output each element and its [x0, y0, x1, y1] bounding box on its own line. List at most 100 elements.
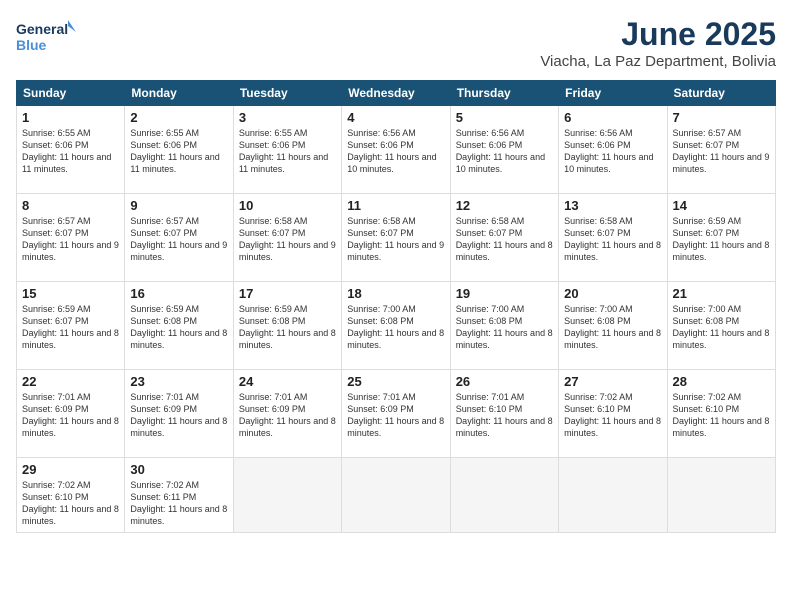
day-number: 26	[456, 374, 553, 389]
table-row: 3 Sunrise: 6:55 AM Sunset: 6:06 PM Daylig…	[233, 106, 341, 194]
table-row: 25 Sunrise: 7:01 AM Sunset: 6:09 PM Dayli…	[342, 370, 450, 458]
svg-text:Blue: Blue	[16, 37, 47, 53]
day-number: 4	[347, 110, 444, 125]
header-monday: Monday	[125, 81, 233, 106]
header-sunday: Sunday	[17, 81, 125, 106]
day-info: Sunrise: 6:59 AM Sunset: 6:07 PM Dayligh…	[673, 215, 770, 264]
calendar-week-row: 8 Sunrise: 6:57 AM Sunset: 6:07 PM Daylig…	[17, 194, 776, 282]
day-info: Sunrise: 6:55 AM Sunset: 6:06 PM Dayligh…	[22, 127, 119, 176]
day-number: 5	[456, 110, 553, 125]
day-number: 25	[347, 374, 444, 389]
table-row: 17Sunrise: 6:59 AM Sunset: 6:08 PM Dayli…	[233, 282, 341, 370]
calendar-week-row: 15Sunrise: 6:59 AM Sunset: 6:07 PM Dayli…	[17, 282, 776, 370]
day-info: Sunrise: 7:01 AM Sunset: 6:09 PM Dayligh…	[239, 391, 336, 440]
day-number: 27	[564, 374, 661, 389]
table-row: 7 Sunrise: 6:57 AM Sunset: 6:07 PM Daylig…	[667, 106, 775, 194]
table-row: 5Sunrise: 6:56 AM Sunset: 6:06 PM Daylig…	[450, 106, 558, 194]
table-row: 26Sunrise: 7:01 AM Sunset: 6:10 PM Dayli…	[450, 370, 558, 458]
day-number: 19	[456, 286, 553, 301]
table-row: 15Sunrise: 6:59 AM Sunset: 6:07 PM Dayli…	[17, 282, 125, 370]
day-number: 13	[564, 198, 661, 213]
day-info: Sunrise: 6:57 AM Sunset: 6:07 PM Dayligh…	[130, 215, 227, 264]
page: General Blue June 2025 Viacha, La Paz De…	[0, 0, 792, 612]
table-row: 16 Sunrise: 6:59 AM Sunset: 6:08 PM Dayli…	[125, 282, 233, 370]
day-number: 3	[239, 110, 336, 125]
table-row: 4Sunrise: 6:56 AM Sunset: 6:06 PM Daylig…	[342, 106, 450, 194]
calendar-week-row: 1 Sunrise: 6:55 AM Sunset: 6:06 PM Daylig…	[17, 106, 776, 194]
logo-svg: General Blue	[16, 16, 76, 58]
svg-text:General: General	[16, 21, 68, 37]
table-row: 18 Sunrise: 7:00 AM Sunset: 6:08 PM Dayli…	[342, 282, 450, 370]
calendar-week-row: 29Sunrise: 7:02 AM Sunset: 6:10 PM Dayli…	[17, 458, 776, 533]
day-number: 11	[347, 198, 444, 213]
day-info: Sunrise: 6:59 AM Sunset: 6:08 PM Dayligh…	[130, 303, 227, 352]
table-row: 30 Sunrise: 7:02 AM Sunset: 6:11 PM Dayli…	[125, 458, 233, 533]
day-info: Sunrise: 7:02 AM Sunset: 6:10 PM Dayligh…	[22, 479, 119, 528]
day-number: 1	[22, 110, 119, 125]
table-row	[450, 458, 558, 533]
day-number: 9	[130, 198, 227, 213]
title-block: June 2025 Viacha, La Paz Department, Bol…	[540, 16, 776, 70]
table-row: 1 Sunrise: 6:55 AM Sunset: 6:06 PM Daylig…	[17, 106, 125, 194]
day-info: Sunrise: 7:02 AM Sunset: 6:11 PM Dayligh…	[130, 479, 227, 528]
table-row	[342, 458, 450, 533]
day-info: Sunrise: 6:58 AM Sunset: 6:07 PM Dayligh…	[456, 215, 553, 264]
table-row: 21 Sunrise: 7:00 AM Sunset: 6:08 PM Dayli…	[667, 282, 775, 370]
table-row: 14 Sunrise: 6:59 AM Sunset: 6:07 PM Dayli…	[667, 194, 775, 282]
header-wednesday: Wednesday	[342, 81, 450, 106]
day-info: Sunrise: 6:58 AM Sunset: 6:07 PM Dayligh…	[564, 215, 661, 264]
day-number: 8	[22, 198, 119, 213]
day-info: Sunrise: 6:55 AM Sunset: 6:06 PM Dayligh…	[130, 127, 227, 176]
table-row: 6Sunrise: 6:56 AM Sunset: 6:06 PM Daylig…	[559, 106, 667, 194]
day-number: 2	[130, 110, 227, 125]
day-number: 28	[673, 374, 770, 389]
logo: General Blue	[16, 16, 76, 58]
day-info: Sunrise: 7:00 AM Sunset: 6:08 PM Dayligh…	[673, 303, 770, 352]
day-number: 21	[673, 286, 770, 301]
day-info: Sunrise: 7:02 AM Sunset: 6:10 PM Dayligh…	[673, 391, 770, 440]
day-info: Sunrise: 7:00 AM Sunset: 6:08 PM Dayligh…	[347, 303, 444, 352]
day-number: 16	[130, 286, 227, 301]
table-row: 19 Sunrise: 7:00 AM Sunset: 6:08 PM Dayli…	[450, 282, 558, 370]
day-info: Sunrise: 6:56 AM Sunset: 6:06 PM Dayligh…	[564, 127, 661, 176]
day-info: Sunrise: 6:58 AM Sunset: 6:07 PM Dayligh…	[347, 215, 444, 264]
day-number: 24	[239, 374, 336, 389]
table-row: 27 Sunrise: 7:02 AM Sunset: 6:10 PM Dayli…	[559, 370, 667, 458]
weekday-header-row: Sunday Monday Tuesday Wednesday Thursday…	[17, 81, 776, 106]
day-info: Sunrise: 6:55 AM Sunset: 6:06 PM Dayligh…	[239, 127, 336, 176]
table-row: 2 Sunrise: 6:55 AM Sunset: 6:06 PM Daylig…	[125, 106, 233, 194]
day-number: 7	[673, 110, 770, 125]
table-row: 8Sunrise: 6:57 AM Sunset: 6:07 PM Daylig…	[17, 194, 125, 282]
table-row: 28 Sunrise: 7:02 AM Sunset: 6:10 PM Dayli…	[667, 370, 775, 458]
table-row: 11 Sunrise: 6:58 AM Sunset: 6:07 PM Dayli…	[342, 194, 450, 282]
day-info: Sunrise: 7:01 AM Sunset: 6:09 PM Dayligh…	[22, 391, 119, 440]
day-number: 12	[456, 198, 553, 213]
day-info: Sunrise: 6:59 AM Sunset: 6:07 PM Dayligh…	[22, 303, 119, 352]
day-number: 14	[673, 198, 770, 213]
calendar: Sunday Monday Tuesday Wednesday Thursday…	[16, 80, 776, 533]
day-info: Sunrise: 7:00 AM Sunset: 6:08 PM Dayligh…	[456, 303, 553, 352]
table-row: 20Sunrise: 7:00 AM Sunset: 6:08 PM Dayli…	[559, 282, 667, 370]
day-info: Sunrise: 6:57 AM Sunset: 6:07 PM Dayligh…	[673, 127, 770, 176]
table-row	[667, 458, 775, 533]
location-title: Viacha, La Paz Department, Bolivia	[540, 53, 776, 70]
table-row: 13 Sunrise: 6:58 AM Sunset: 6:07 PM Dayli…	[559, 194, 667, 282]
table-row: 10 Sunrise: 6:58 AM Sunset: 6:07 PM Dayli…	[233, 194, 341, 282]
table-row	[559, 458, 667, 533]
day-number: 22	[22, 374, 119, 389]
table-row: 24 Sunrise: 7:01 AM Sunset: 6:09 PM Dayli…	[233, 370, 341, 458]
day-number: 30	[130, 462, 227, 477]
day-info: Sunrise: 6:58 AM Sunset: 6:07 PM Dayligh…	[239, 215, 336, 264]
table-row: 23Sunrise: 7:01 AM Sunset: 6:09 PM Dayli…	[125, 370, 233, 458]
table-row: 22 Sunrise: 7:01 AM Sunset: 6:09 PM Dayli…	[17, 370, 125, 458]
month-title: June 2025	[540, 16, 776, 53]
day-info: Sunrise: 7:01 AM Sunset: 6:09 PM Dayligh…	[347, 391, 444, 440]
day-number: 10	[239, 198, 336, 213]
table-row: 29Sunrise: 7:02 AM Sunset: 6:10 PM Dayli…	[17, 458, 125, 533]
header-thursday: Thursday	[450, 81, 558, 106]
header-saturday: Saturday	[667, 81, 775, 106]
day-info: Sunrise: 7:00 AM Sunset: 6:08 PM Dayligh…	[564, 303, 661, 352]
day-number: 18	[347, 286, 444, 301]
day-info: Sunrise: 7:02 AM Sunset: 6:10 PM Dayligh…	[564, 391, 661, 440]
header: General Blue June 2025 Viacha, La Paz De…	[16, 16, 776, 70]
